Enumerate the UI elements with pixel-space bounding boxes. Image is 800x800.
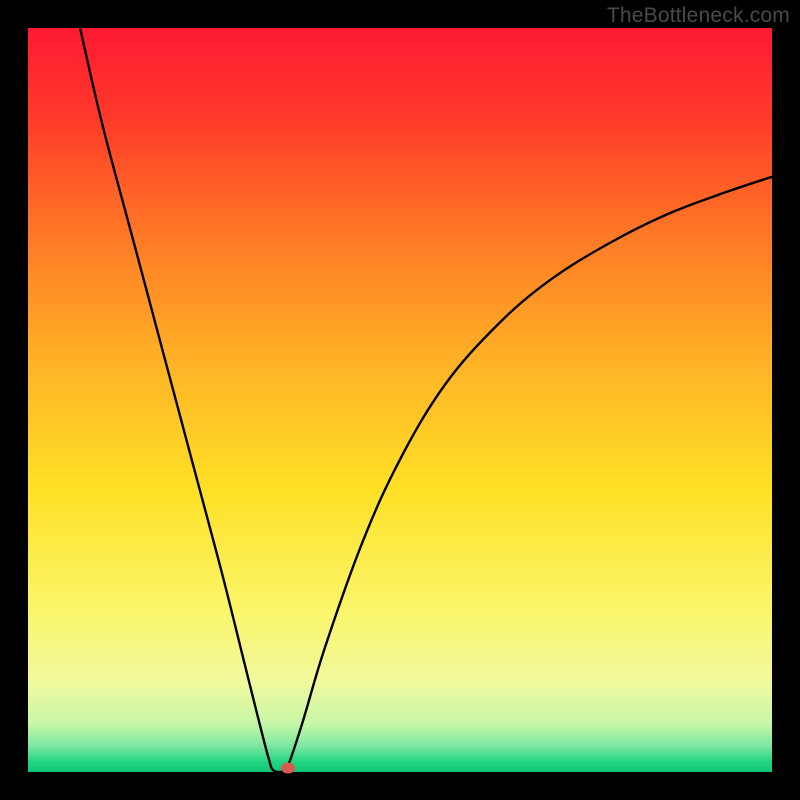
bottleneck-curve bbox=[28, 28, 772, 772]
optimal-point-marker bbox=[281, 762, 295, 773]
watermark-text: TheBottleneck.com bbox=[607, 4, 790, 28]
chart-frame bbox=[28, 28, 772, 772]
